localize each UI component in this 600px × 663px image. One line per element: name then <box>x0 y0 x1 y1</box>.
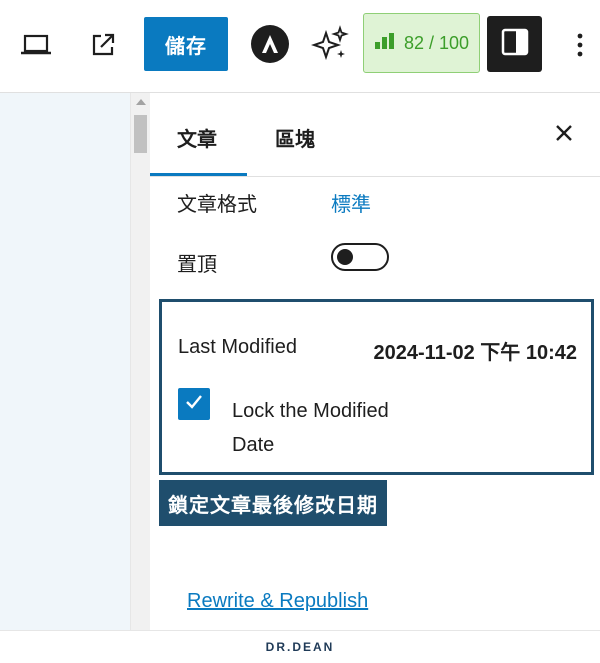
post-format-label: 文章格式 <box>177 194 257 216</box>
seo-score-badge[interactable]: 82 / 100 <box>363 13 480 73</box>
seo-chart-icon <box>374 32 398 55</box>
more-options-icon[interactable] <box>568 28 592 62</box>
tab-post[interactable]: 文章 <box>177 123 217 152</box>
astra-logo-icon[interactable] <box>250 24 290 64</box>
rewrite-republish-link[interactable]: Rewrite & Republish <box>187 590 368 613</box>
desktop-preview-icon[interactable] <box>18 30 54 60</box>
ai-sparkle-icon[interactable] <box>310 24 350 64</box>
sidebar-toggle-icon <box>501 28 529 61</box>
toggle-knob <box>337 249 353 265</box>
scroll-up-icon[interactable] <box>136 99 146 105</box>
scrollbar[interactable] <box>130 93 151 630</box>
sidebar-tabs: 文章 區塊 <box>150 93 600 177</box>
last-modified-label: Last Modified <box>178 336 297 358</box>
tab-block[interactable]: 區塊 <box>275 123 315 152</box>
annotation-caption: 鎖定文章最後修改日期 <box>159 480 387 526</box>
last-modified-value: 2024-11-02 下午 10:42 <box>373 342 577 364</box>
seo-score-text: 82 / 100 <box>403 32 470 53</box>
active-tab-indicator <box>150 173 247 176</box>
brand-logo: DR.DEAN <box>265 640 335 654</box>
checkmark-icon <box>183 391 205 418</box>
editor-toolbar: 儲存 82 / 100 <box>0 0 600 93</box>
footer-watermark: DR.DEAN <box>0 630 600 663</box>
external-link-icon[interactable] <box>86 28 120 62</box>
sidebar-toggle-button[interactable] <box>487 16 542 72</box>
settings-sidebar: 文章 區塊 文章格式 標準 置頂 Last Modified 2024-11-0… <box>150 93 600 630</box>
save-button[interactable]: 儲存 <box>144 17 228 71</box>
lock-modified-date-checkbox[interactable] <box>178 388 210 420</box>
sticky-toggle[interactable] <box>331 243 389 271</box>
close-icon[interactable] <box>552 121 576 145</box>
sticky-label: 置頂 <box>177 254 217 276</box>
post-format-select[interactable]: 標準 <box>331 188 371 217</box>
editor-canvas[interactable] <box>0 93 130 630</box>
scroll-thumb[interactable] <box>134 115 147 153</box>
last-modified-panel: Last Modified 2024-11-02 下午 10:42 Lock t… <box>159 299 594 475</box>
lock-modified-date-label[interactable]: Lock the Modified Date <box>232 394 432 462</box>
